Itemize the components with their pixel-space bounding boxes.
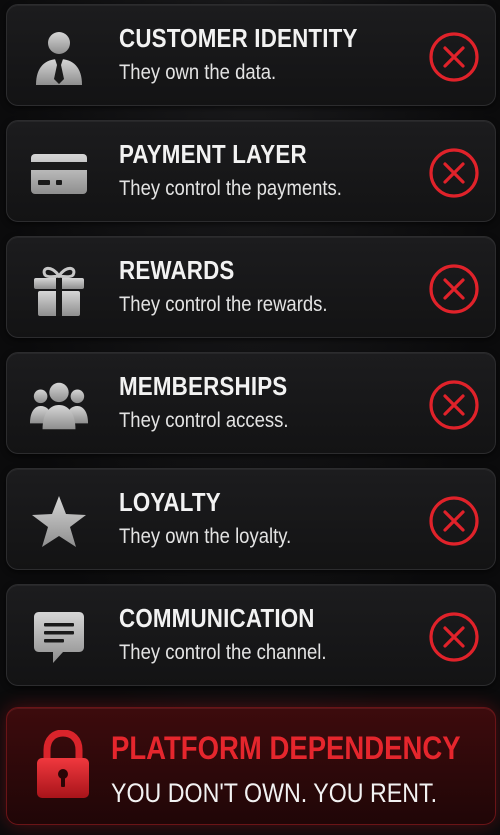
row-customer-identity: CUSTOMER IDENTITY They own the data. — [6, 4, 496, 106]
row-title: COMMUNICATION — [119, 603, 315, 633]
row-title: PAYMENT LAYER — [119, 139, 307, 169]
x-circle-icon — [427, 30, 481, 84]
row-title: REWARDS — [119, 255, 235, 285]
row-rewards: REWARDS They control the rewards. — [6, 236, 496, 338]
row-subtitle: They control the channel. — [119, 641, 327, 664]
x-circle-icon — [427, 146, 481, 200]
row-communication: COMMUNICATION They control the channel. — [6, 584, 496, 686]
lock-icon — [33, 729, 93, 800]
row-subtitle: They control the payments. — [119, 177, 342, 200]
platform-dependency-panel: CUSTOMER IDENTITY They own the data. PAY… — [0, 0, 500, 835]
row-subtitle: They own the loyalty. — [119, 525, 292, 548]
person-icon — [29, 29, 89, 87]
x-circle-icon — [427, 610, 481, 664]
row-title: LOYALTY — [119, 487, 221, 517]
alert-subtitle: YOU DON'T OWN. YOU RENT. — [111, 778, 438, 808]
row-title: CUSTOMER IDENTITY — [119, 23, 358, 53]
x-circle-icon — [427, 262, 481, 316]
row-memberships: MEMBERSHIPS They control access. — [6, 352, 496, 454]
row-title: MEMBERSHIPS — [119, 371, 288, 401]
row-subtitle: They control the rewards. — [119, 293, 328, 316]
gift-icon — [29, 261, 89, 319]
row-subtitle: They control access. — [119, 409, 289, 432]
group-icon — [29, 377, 89, 435]
row-subtitle: They own the data. — [119, 61, 277, 84]
row-payment-layer: PAYMENT LAYER They control the payments. — [6, 120, 496, 222]
row-loyalty: LOYALTY They own the loyalty. — [6, 468, 496, 570]
chat-icon — [29, 609, 89, 667]
x-circle-icon — [427, 378, 481, 432]
credit-card-icon — [29, 145, 89, 203]
alert-title: PLATFORM DEPENDENCY — [111, 730, 461, 766]
x-circle-icon — [427, 494, 481, 548]
star-icon — [29, 493, 89, 551]
platform-dependency-alert: PLATFORM DEPENDENCY YOU DON'T OWN. YOU R… — [6, 707, 496, 825]
